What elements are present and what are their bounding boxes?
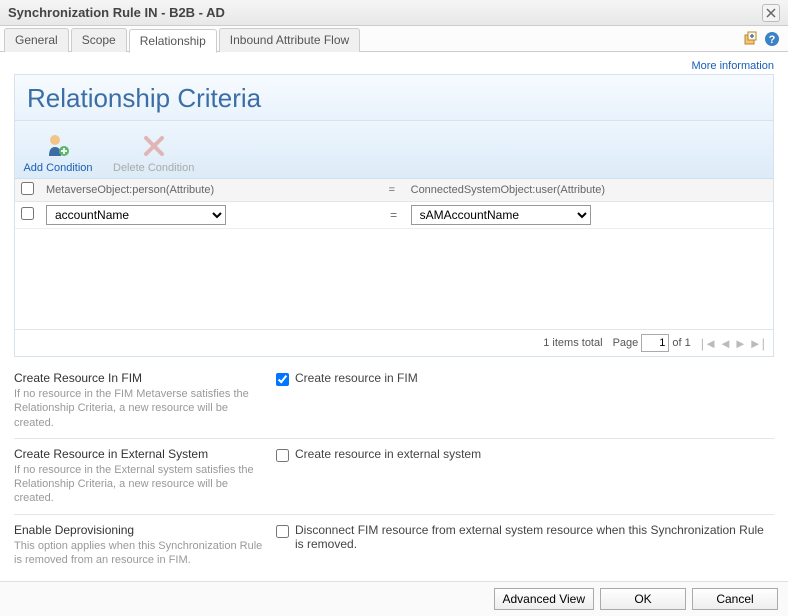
create-ext-desc: If no resource in the External system sa… <box>14 463 264 506</box>
more-information-link[interactable]: More information <box>691 60 774 72</box>
pager-of-text: of 1 <box>672 337 690 349</box>
help-icon[interactable]: ? <box>764 31 780 47</box>
cancel-button[interactable]: Cancel <box>692 588 778 610</box>
close-icon <box>766 8 776 18</box>
svg-text:?: ? <box>769 34 776 46</box>
pager-prev-icon[interactable]: ◄ <box>719 336 732 351</box>
panel-title: Relationship Criteria <box>27 83 761 114</box>
deprov-desc: This option applies when this Synchroniz… <box>14 539 264 568</box>
tab-inbound-attribute-flow[interactable]: Inbound Attribute Flow <box>219 28 360 52</box>
create-fim-checkbox-label: Create resource in FIM <box>295 371 418 385</box>
tab-general[interactable]: General <box>4 28 69 52</box>
create-fim-checkbox[interactable] <box>276 373 289 386</box>
delete-condition-icon <box>140 132 168 160</box>
ok-button[interactable]: OK <box>600 588 686 610</box>
metaverse-attribute-select[interactable]: accountName <box>46 205 226 225</box>
create-fim-title: Create Resource In FIM <box>14 371 264 385</box>
pager-last-icon[interactable]: ►| <box>749 336 765 351</box>
pager-page-label: Page <box>613 337 639 349</box>
advanced-view-button[interactable]: Advanced View <box>494 588 595 610</box>
pager-first-icon[interactable]: |◄ <box>701 336 717 351</box>
delete-condition-button: Delete Condition <box>113 132 194 174</box>
deprov-checkbox-label: Disconnect FIM resource from external sy… <box>295 523 774 551</box>
pager-page-input[interactable] <box>641 334 669 352</box>
criteria-row-checkbox[interactable] <box>21 207 34 220</box>
add-condition-icon <box>44 132 72 160</box>
tab-scope[interactable]: Scope <box>71 28 127 52</box>
create-ext-checkbox[interactable] <box>276 449 289 462</box>
close-button[interactable] <box>762 4 780 22</box>
create-ext-title: Create Resource in External System <box>14 447 264 461</box>
window-title: Synchronization Rule IN - B2B - AD <box>8 5 225 20</box>
create-fim-desc: If no resource in the FIM Metaverse sati… <box>14 387 264 430</box>
criteria-header-right: ConnectedSystemObject:user(Attribute) <box>405 179 773 202</box>
deprov-title: Enable Deprovisioning <box>14 523 264 537</box>
pager-next-icon[interactable]: ► <box>734 336 747 351</box>
criteria-select-all-checkbox[interactable] <box>21 182 34 195</box>
pager-total: 1 items total <box>543 337 602 349</box>
deprov-checkbox[interactable] <box>276 525 289 538</box>
criteria-header-eq: = <box>383 179 405 202</box>
criteria-row: accountName = sAMAccountName <box>15 202 773 229</box>
new-window-icon[interactable] <box>742 31 758 47</box>
add-condition-button[interactable]: Add Condition <box>23 132 93 174</box>
connected-attribute-select[interactable]: sAMAccountName <box>411 205 591 225</box>
tab-relationship[interactable]: Relationship <box>129 29 217 53</box>
criteria-row-eq: = <box>383 202 405 229</box>
criteria-header-left: MetaverseObject:person(Attribute) <box>40 179 383 202</box>
create-ext-checkbox-label: Create resource in external system <box>295 447 481 461</box>
